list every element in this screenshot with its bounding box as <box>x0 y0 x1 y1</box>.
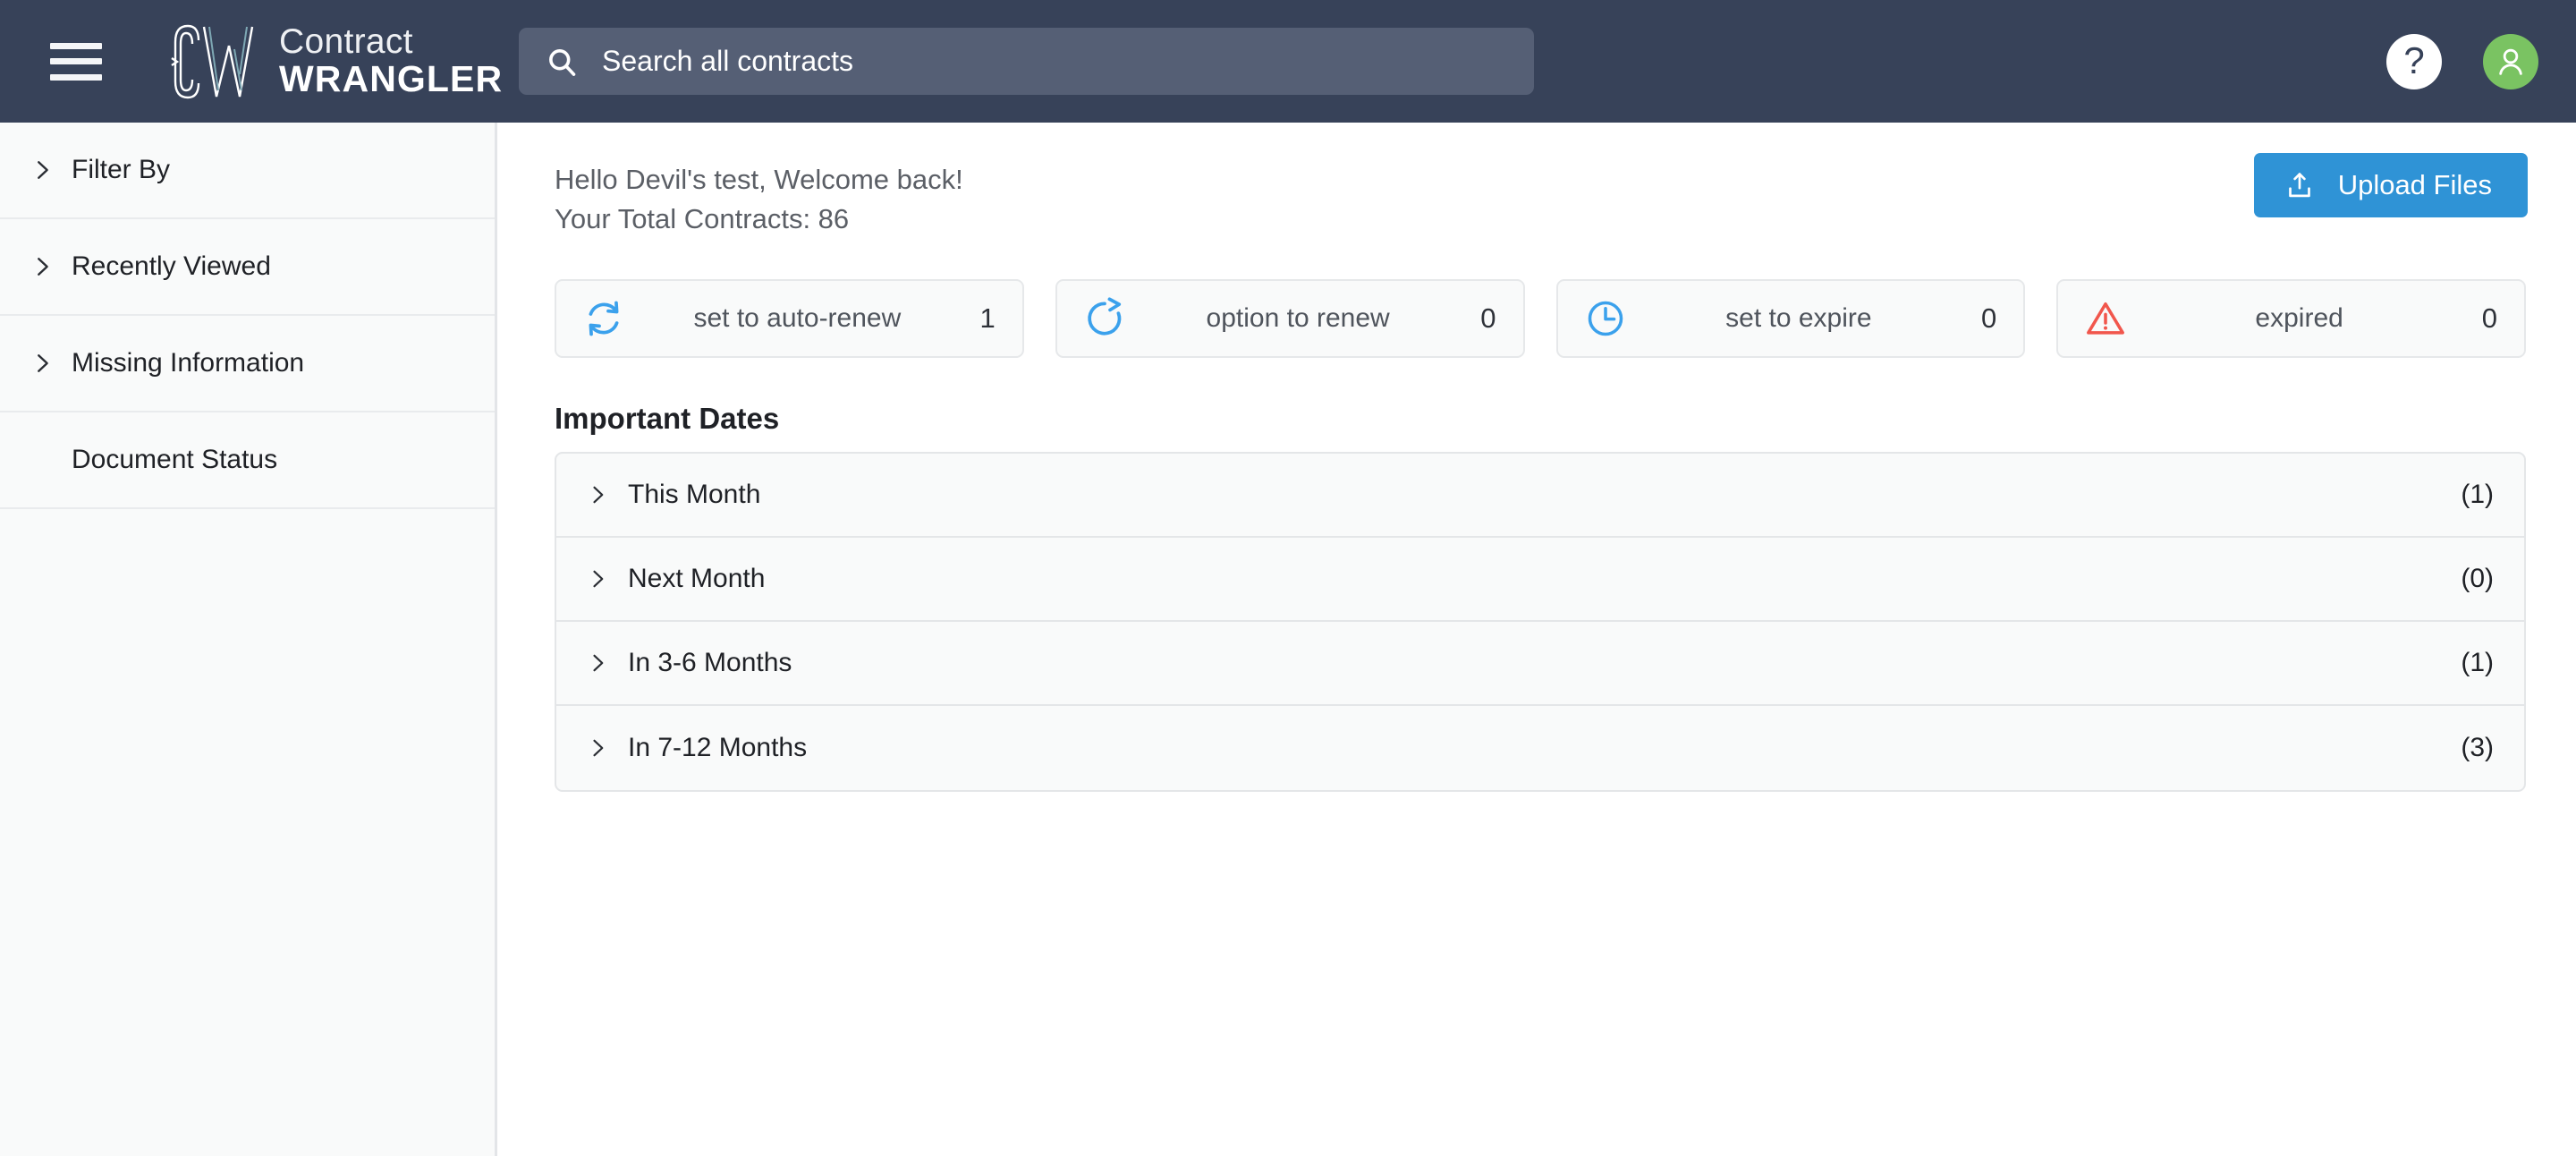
status-card-label: set to expire <box>1725 303 1872 333</box>
date-row-count: (1) <box>2461 480 2494 509</box>
main-content: Hello Devil's test, Welcome back! Your T… <box>500 123 2576 1156</box>
status-card-auto-renew[interactable]: set to auto-renew 1 <box>555 279 1024 358</box>
refresh-arrow-icon <box>1088 297 1122 336</box>
chevron-right-icon <box>593 570 604 588</box>
brand-logo[interactable]: Contract WRANGLER <box>163 19 503 105</box>
date-row-label: Next Month <box>628 564 766 593</box>
status-card-option-to-renew[interactable]: option to renew 0 <box>1055 279 1525 358</box>
upload-files-label: Upload Files <box>2337 169 2492 200</box>
date-row-in-7-12-months[interactable]: In 7-12 Months (3) <box>556 706 2524 790</box>
greeting-welcome: Hello Devil's test, Welcome back! <box>555 164 963 195</box>
status-cards-row: set to auto-renew 1 option to renew 0 se… <box>555 279 2526 358</box>
date-row-next-month[interactable]: Next Month (0) <box>556 538 2524 622</box>
sidebar-item-label: Document Status <box>72 445 278 474</box>
status-card-label: expired <box>2255 303 2343 333</box>
sidebar-item-label: Missing Information <box>72 348 305 378</box>
chevron-right-icon <box>593 739 604 757</box>
greeting-total-contracts: Your Total Contracts: 86 <box>555 203 850 235</box>
sidebar-item-label: Recently Viewed <box>72 251 271 281</box>
avatar[interactable] <box>2483 33 2538 89</box>
sidebar-item-document-status[interactable]: Document Status <box>0 412 495 509</box>
date-row-count: (0) <box>2461 564 2494 593</box>
sidebar-item-recently-viewed[interactable]: Recently Viewed <box>0 219 495 316</box>
hamburger-bar <box>50 58 102 64</box>
hamburger-bar <box>50 42 102 49</box>
search-icon <box>549 48 576 76</box>
brand-text: Contract WRANGLER <box>279 21 504 100</box>
sidebar: Filter By Recently Viewed Missing Inform… <box>0 123 497 1156</box>
brand-line-contract: Contract <box>279 21 413 61</box>
status-card-label: set to auto-renew <box>693 303 902 333</box>
chevron-right-icon <box>38 258 48 276</box>
page-title: Important Dates <box>555 402 780 435</box>
auto-renew-loop-icon <box>589 301 619 336</box>
search-bar[interactable] <box>519 28 1534 95</box>
sidebar-item-missing-information[interactable]: Missing Information <box>0 316 495 412</box>
status-card-expired[interactable]: expired 0 <box>2056 279 2526 358</box>
clock-icon <box>1588 301 1623 336</box>
important-dates-panel: This Month (1) Next Month (0) In 3-6 Mon… <box>555 452 2526 792</box>
chevron-right-icon <box>593 654 604 672</box>
date-row-count: (1) <box>2461 648 2494 677</box>
question-mark-icon: ? <box>2403 38 2425 81</box>
cw-monogram-icon <box>171 24 254 98</box>
chevron-right-icon <box>593 486 604 504</box>
user-avatar-icon <box>2499 48 2522 75</box>
status-card-count: 0 <box>1981 302 1997 334</box>
status-card-count: 0 <box>1480 302 1496 334</box>
status-card-count: 1 <box>979 302 996 334</box>
upload-icon <box>2288 173 2310 198</box>
sidebar-item-filter-by[interactable]: Filter By <box>0 123 495 219</box>
hamburger-menu-icon[interactable] <box>50 42 102 81</box>
search-input[interactable] <box>602 45 1461 78</box>
sidebar-item-label: Filter By <box>72 155 171 184</box>
status-card-label: option to renew <box>1206 303 1390 333</box>
status-card-set-to-expire[interactable]: set to expire 0 <box>1555 279 2026 358</box>
chevron-right-icon <box>38 354 48 372</box>
upload-files-button[interactable]: Upload Files <box>2253 153 2528 217</box>
greeting-block: Hello Devil's test, Welcome back! Your T… <box>555 160 963 239</box>
brand-line-wrangler: WRANGLER <box>279 58 504 100</box>
warning-triangle-icon <box>2087 302 2125 335</box>
chevron-right-icon <box>38 161 48 179</box>
help-button[interactable]: ? <box>2386 33 2442 89</box>
date-row-this-month[interactable]: This Month (1) <box>556 454 2524 538</box>
date-row-label: In 7-12 Months <box>628 733 808 762</box>
hamburger-bar <box>50 73 102 81</box>
date-row-label: In 3-6 Months <box>628 648 792 677</box>
app-header: Contract WRANGLER ? <box>0 0 2576 123</box>
date-row-in-3-6-months[interactable]: In 3-6 Months (1) <box>556 622 2524 706</box>
date-row-label: This Month <box>628 480 761 509</box>
date-row-count: (3) <box>2461 733 2494 762</box>
header-actions: ? <box>2386 0 2538 123</box>
status-card-count: 0 <box>2481 302 2497 334</box>
